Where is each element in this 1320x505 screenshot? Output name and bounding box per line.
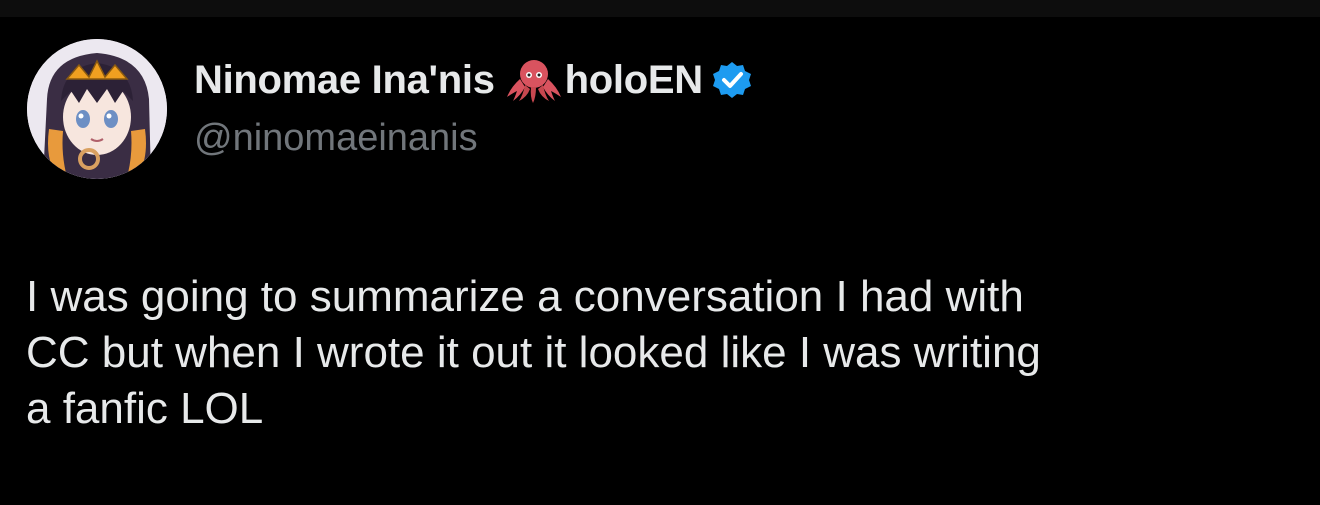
avatar-illustration [27, 39, 167, 179]
tweet-card: Ninomae Ina'nis holoEN @ninomaeinanis I … [0, 17, 1320, 505]
top-strip [0, 0, 1320, 17]
octopus-icon [505, 57, 563, 103]
verified-badge-icon[interactable] [711, 59, 753, 101]
tweet-text-line: CC but when I wrote it out it looked lik… [26, 328, 1041, 377]
author-name-row[interactable]: Ninomae Ina'nis holoEN [194, 56, 753, 104]
author-handle[interactable]: @ninomaeinanis [194, 117, 478, 160]
tweet-text-line: a fanfic LOL [26, 384, 264, 433]
avatar[interactable] [27, 39, 167, 179]
tweet-text-line: I was going to summarize a conversation … [26, 272, 1024, 321]
affiliation-label[interactable]: holoEN [565, 58, 703, 103]
display-name[interactable]: Ninomae Ina'nis [194, 58, 495, 103]
tweet-text: I was going to summarize a conversation … [26, 269, 1306, 437]
